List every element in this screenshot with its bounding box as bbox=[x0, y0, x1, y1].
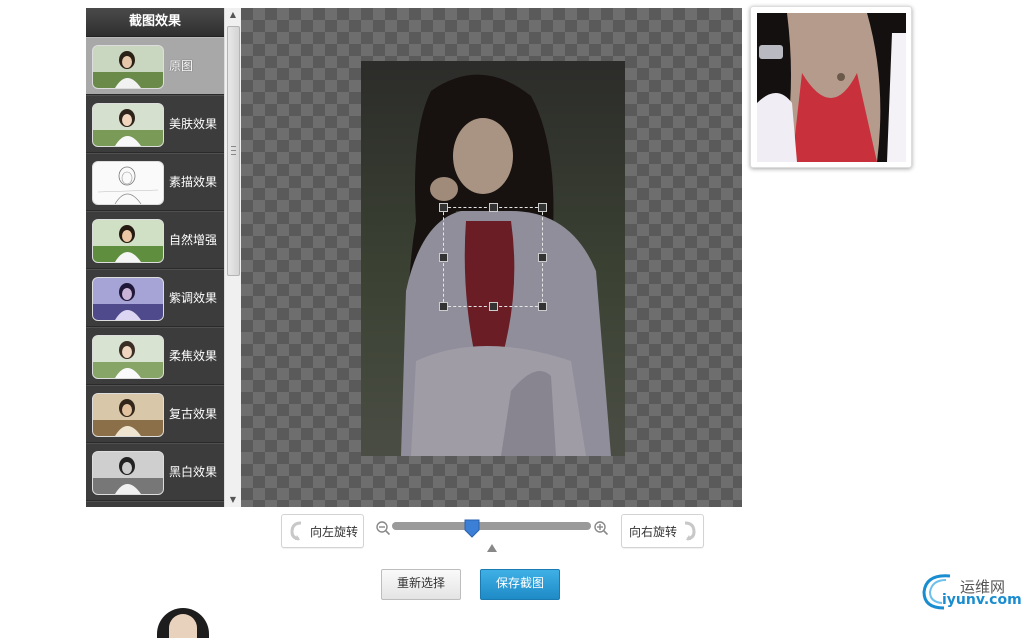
crop-preview bbox=[750, 6, 912, 168]
sidebar-scrollbar[interactable]: ▲ ▼ bbox=[224, 8, 241, 507]
effect-label: 原图 bbox=[169, 59, 194, 73]
effect-item-vintage[interactable]: 复古效果 bbox=[86, 385, 224, 443]
effect-label: 黑白效果 bbox=[169, 465, 218, 479]
scroll-down-arrow-icon[interactable]: ▼ bbox=[225, 493, 241, 507]
zoom-slider-thumb[interactable] bbox=[464, 519, 480, 538]
effect-label: 素描效果 bbox=[169, 175, 218, 189]
crop-handle-bottom[interactable] bbox=[489, 302, 498, 311]
zoom-out-icon[interactable] bbox=[376, 521, 390, 535]
effect-thumbnail bbox=[92, 103, 164, 147]
effect-thumbnail bbox=[92, 393, 164, 437]
rotate-right-label: 向右旋转 bbox=[629, 525, 678, 539]
scroll-up-arrow-icon[interactable]: ▲ bbox=[225, 8, 241, 22]
site-watermark: 运维网 iyunv.com bbox=[920, 568, 1022, 612]
effect-thumbnail bbox=[92, 335, 164, 379]
effect-thumbnail bbox=[92, 219, 164, 263]
effect-thumbnail bbox=[92, 45, 164, 89]
crop-handle-bottom-right[interactable] bbox=[538, 302, 547, 311]
effect-item-black-white[interactable]: 黑白效果 bbox=[86, 443, 224, 501]
effect-thumbnail bbox=[92, 161, 164, 205]
rotate-right-icon bbox=[684, 521, 696, 541]
crop-handle-right[interactable] bbox=[538, 253, 547, 262]
crop-handle-top-right[interactable] bbox=[538, 203, 547, 212]
effect-item-natural-enhance[interactable]: 自然增强 bbox=[86, 211, 224, 269]
grip-icon bbox=[231, 146, 236, 155]
effect-label: 复古效果 bbox=[169, 407, 218, 421]
sidebar-title: 截图效果 bbox=[86, 8, 224, 37]
effect-thumbnail bbox=[92, 277, 164, 321]
effect-label: 紫调效果 bbox=[169, 291, 218, 305]
rotate-left-button[interactable]: 向左旋转 bbox=[281, 514, 364, 548]
zoom-slider-track[interactable] bbox=[392, 522, 591, 530]
rotate-right-button[interactable]: 向右旋转 bbox=[621, 514, 704, 548]
crop-handle-top[interactable] bbox=[489, 203, 498, 212]
effect-item-purple-tone[interactable]: 紫调效果 bbox=[86, 269, 224, 327]
zoom-in-icon[interactable] bbox=[594, 521, 608, 535]
zoom-default-marker-icon bbox=[487, 544, 497, 552]
rotate-left-label: 向左旋转 bbox=[310, 525, 359, 539]
effect-item-skin-beautify[interactable]: 美肤效果 bbox=[86, 95, 224, 153]
effect-label: 柔焦效果 bbox=[169, 349, 218, 363]
reselect-button[interactable]: 重新选择 bbox=[381, 569, 461, 600]
effect-label: 自然增强 bbox=[169, 233, 218, 247]
effect-item-original[interactable]: 原图 bbox=[86, 37, 224, 95]
scroll-thumb[interactable] bbox=[227, 26, 240, 276]
effect-item-partial[interactable] bbox=[86, 501, 224, 507]
effect-item-soft-focus[interactable]: 柔焦效果 bbox=[86, 327, 224, 385]
effect-label: 美肤效果 bbox=[169, 117, 218, 131]
watermark-text-domain: iyunv.com bbox=[942, 592, 1022, 608]
effect-item-sketch[interactable]: 素描效果 bbox=[86, 153, 224, 211]
effects-list: 原图 美肤效果 素描效果 自然增强 紫调效果 柔焦效果 复古效果 黑白效果 bbox=[86, 37, 224, 507]
preview-image bbox=[757, 13, 906, 162]
rotate-left-icon bbox=[290, 521, 302, 541]
crop-handle-left[interactable] bbox=[439, 253, 448, 262]
crop-handle-top-left[interactable] bbox=[439, 203, 448, 212]
crop-selection[interactable] bbox=[439, 203, 547, 311]
crop-canvas[interactable] bbox=[241, 8, 742, 507]
save-crop-button[interactable]: 保存截图 bbox=[480, 569, 560, 600]
effect-thumbnail bbox=[92, 451, 164, 495]
avatar bbox=[157, 608, 209, 638]
effects-sidebar: 截图效果 原图 美肤效果 素描效果 自然增强 紫调效果 柔焦效果 复古效果 黑白… bbox=[86, 8, 240, 507]
crop-handle-bottom-left[interactable] bbox=[439, 302, 448, 311]
